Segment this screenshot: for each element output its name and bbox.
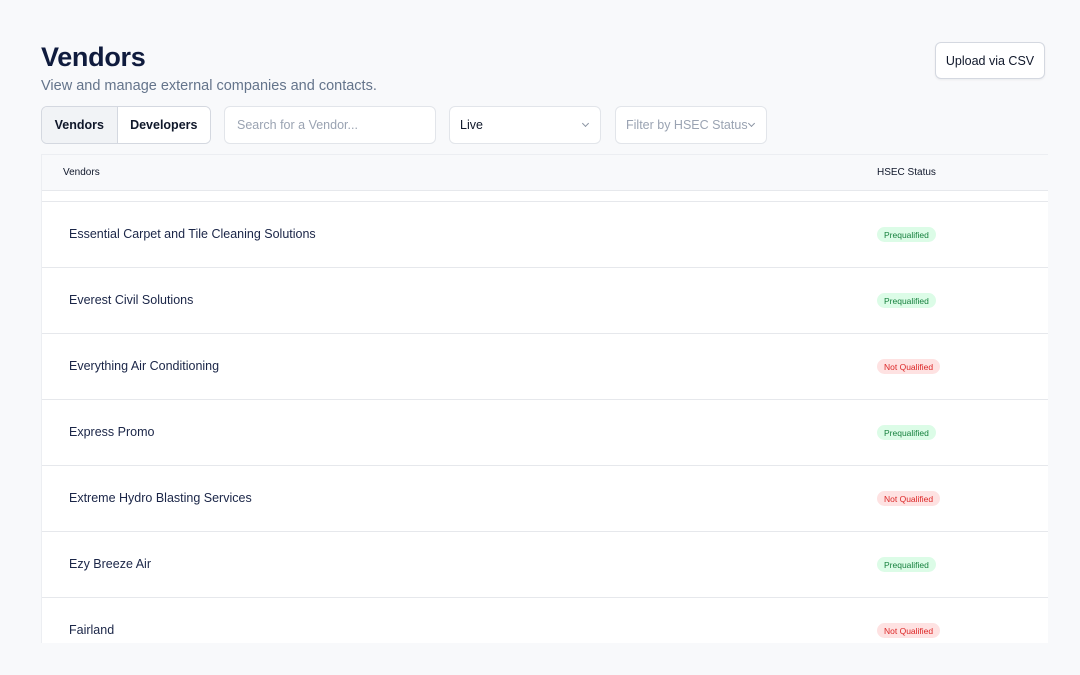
hsec-status-select[interactable]: Filter by HSEC Status — [615, 106, 767, 144]
vendors-table: Vendors HSEC Status Essential Carpet and… — [41, 154, 1048, 643]
vendor-name: Everest Civil Solutions — [69, 293, 194, 307]
table-row[interactable]: Everest Civil Solutions Prequalified — [42, 268, 1048, 334]
vendor-name: Ezy Breeze Air — [69, 557, 151, 571]
status-badge: Not Qualified — [877, 623, 941, 638]
status-select[interactable]: Live — [449, 106, 601, 144]
table-row[interactable]: Fairland Not Qualified — [42, 598, 1048, 643]
table-row[interactable]: Ezy Breeze Air Prequalified — [42, 532, 1048, 598]
column-header-vendors: Vendors — [63, 167, 100, 178]
table-row[interactable]: Everything Air Conditioning Not Qualified — [42, 334, 1048, 400]
status-badge: Prequalified — [877, 293, 936, 308]
status-badge: Prequalified — [877, 227, 936, 242]
status-select-value: Live — [460, 118, 483, 132]
table-row[interactable]: Extreme Hydro Blasting Services Not Quali… — [42, 466, 1048, 532]
vendor-name: Essential Carpet and Tile Cleaning Solut… — [69, 227, 316, 241]
chevron-down-icon — [748, 121, 756, 129]
view-tabs: Vendors Developers — [41, 106, 211, 144]
status-badge: Prequalified — [877, 425, 936, 440]
tab-developers[interactable]: Developers — [117, 107, 210, 143]
vendor-search-input[interactable] — [224, 106, 436, 144]
table-row[interactable]: Essential Carpet and Tile Cleaning Solut… — [42, 202, 1048, 268]
table-row[interactable]: Express Promo Prequalified — [42, 400, 1048, 466]
vendor-name: Everything Air Conditioning — [69, 359, 220, 373]
hsec-select-placeholder: Filter by HSEC Status — [626, 118, 748, 132]
status-badge: Not Qualified — [877, 359, 941, 374]
vendor-name: Fairland — [69, 623, 115, 637]
page-subtitle: View and manage external companies and c… — [41, 78, 377, 94]
chevron-down-icon — [582, 121, 590, 129]
table-row-partial — [42, 191, 1048, 202]
status-badge: Not Qualified — [877, 491, 941, 506]
table-header: Vendors HSEC Status — [42, 154, 1048, 191]
tab-vendors[interactable]: Vendors — [42, 107, 118, 143]
page-title: Vendors — [41, 42, 146, 72]
upload-csv-button[interactable]: Upload via CSV — [935, 42, 1045, 79]
vendor-name: Express Promo — [69, 425, 155, 439]
column-header-hsec-status: HSEC Status — [877, 167, 936, 178]
vendor-name: Extreme Hydro Blasting Services — [69, 491, 252, 505]
status-badge: Prequalified — [877, 557, 936, 572]
table-body: Essential Carpet and Tile Cleaning Solut… — [42, 202, 1048, 643]
